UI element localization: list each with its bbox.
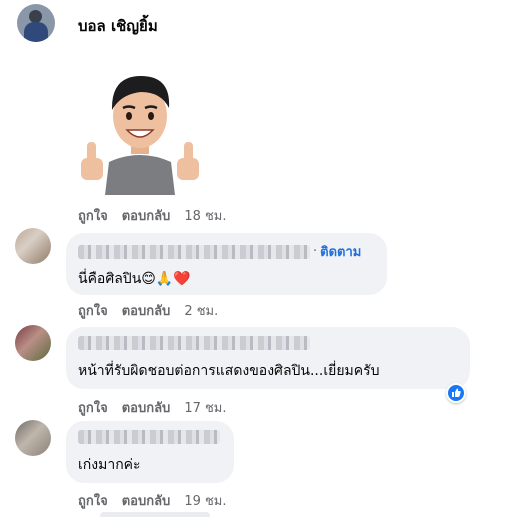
like-link[interactable]: ถูกใจ (78, 300, 108, 321)
next-comment-partial (100, 512, 210, 517)
like-link[interactable]: ถูกใจ (78, 205, 108, 226)
timestamp[interactable]: 17 ชม. (184, 397, 226, 418)
reply-link[interactable]: ตอบกลับ (122, 205, 171, 226)
reply-link[interactable]: ตอบกลับ (122, 490, 171, 511)
comment-bubble: · ติดตาม นี่คือศิลปิน😊🙏❤️ (66, 233, 387, 295)
comment-actions: ถูกใจ ตอบกลับ 2 ชม. (78, 300, 218, 321)
comment-actions: ถูกใจ ตอบกลับ 17 ชม. (78, 397, 227, 418)
like-icon[interactable] (446, 383, 466, 403)
like-link[interactable]: ถูกใจ (78, 397, 108, 418)
post-actions: ถูกใจ ตอบกลับ 18 ชม. (78, 205, 227, 226)
commenter-name-blurred[interactable] (78, 336, 310, 350)
commenter-name-blurred[interactable] (78, 430, 220, 444)
thumbs-up-avatar-sticker (81, 76, 199, 195)
reply-link[interactable]: ตอบกลับ (122, 397, 171, 418)
timestamp[interactable]: 2 ชม. (184, 300, 218, 321)
author-name[interactable]: บอล เชิญยิ้ม (78, 14, 158, 38)
timestamp[interactable]: 18 ชม. (184, 205, 226, 226)
author-avatar[interactable] (17, 4, 55, 42)
commenter-avatar[interactable] (15, 325, 51, 361)
reply-link[interactable]: ตอบกลับ (122, 300, 171, 321)
timestamp[interactable]: 19 ชม. (184, 490, 226, 511)
comment-bubble: เก่งมากค่ะ (66, 421, 234, 483)
like-link[interactable]: ถูกใจ (78, 490, 108, 511)
commenter-avatar[interactable] (15, 228, 51, 264)
commenter-avatar[interactable] (15, 420, 51, 456)
follow-button[interactable]: ติดตาม (320, 241, 361, 262)
commenter-name-blurred[interactable] (78, 244, 310, 259)
separator-dot: · (313, 244, 318, 259)
comment-text: เก่งมากค่ะ (78, 457, 141, 473)
comment-bubble: หน้าที่รับผิดชอบต่อการแสดงของศิลปิน...เย… (66, 327, 470, 389)
comment-actions: ถูกใจ ตอบกลับ 19 ชม. (78, 490, 227, 511)
comment-text: หน้าที่รับผิดชอบต่อการแสดงของศิลปิน...เย… (78, 363, 380, 379)
comment-text: นี่คือศิลปิน😊🙏❤️ (78, 271, 191, 287)
